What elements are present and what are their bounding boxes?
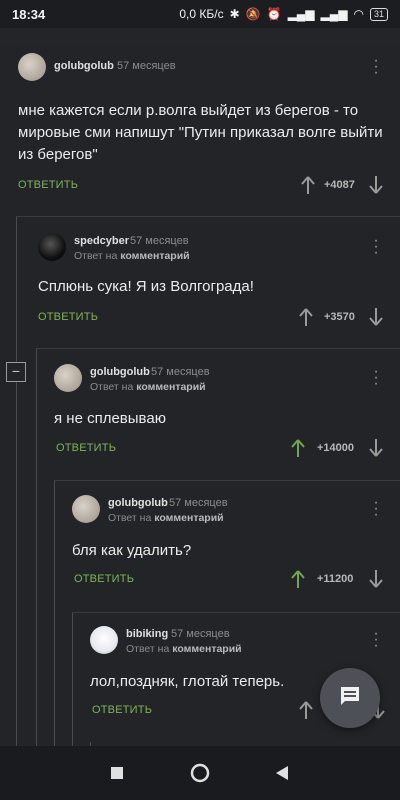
comment-time: 57 месяцев	[130, 235, 189, 247]
reply-to-label: Ответ на комментарий	[74, 250, 190, 262]
collapse-thread-button[interactable]: −	[6, 362, 26, 382]
bluetooth-icon: ✱	[229, 7, 240, 21]
reply-button[interactable]: ОТВЕТИТЬ	[74, 573, 134, 585]
upvote-icon[interactable]	[290, 569, 306, 589]
signal-icon: ▂▄▆	[287, 7, 315, 21]
reply-to-label: Ответ на комментарий	[108, 512, 224, 524]
comment-time: 57 месяцев	[117, 60, 176, 72]
new-comment-button[interactable]	[320, 668, 380, 728]
comment-username[interactable]: golubgolub	[108, 497, 168, 509]
upvote-icon[interactable]	[300, 175, 316, 195]
signal-2-icon: ▂▄▆	[320, 7, 348, 21]
avatar[interactable]	[72, 495, 100, 523]
reply-button[interactable]: ОТВЕТИТЬ	[56, 442, 116, 454]
android-nav-bar	[0, 746, 400, 800]
avatar[interactable]	[18, 53, 46, 81]
comment-username[interactable]: spedcyber	[74, 235, 129, 247]
avatar[interactable]	[38, 233, 66, 261]
thread-line-1	[16, 216, 17, 746]
upvote-icon[interactable]	[290, 438, 306, 458]
battery-icon: 31	[369, 7, 388, 21]
comment-time: 57 месяцев	[171, 628, 230, 640]
comment-score: +14000	[317, 442, 355, 454]
more-options-icon[interactable]: · · ·	[370, 53, 382, 81]
comment-time: 57 месяцев	[151, 366, 210, 378]
divider-4	[72, 612, 400, 613]
status-time: 18:34	[12, 6, 46, 22]
comment-text: бля как удалить?	[72, 542, 192, 559]
reply-button[interactable]: ОТВЕТИТЬ	[92, 704, 152, 716]
downvote-icon[interactable]	[368, 175, 384, 195]
reply-button[interactable]: ОТВЕТИТЬ	[38, 311, 98, 323]
reply-to-link[interactable]: комментарий	[136, 381, 205, 393]
thread-line-4	[72, 612, 73, 746]
thread-line-2	[36, 348, 37, 746]
comment-username[interactable]: bibiking	[126, 628, 168, 640]
reply-to-label: Ответ на комментарий	[90, 381, 206, 393]
comment-score: +4087	[324, 179, 355, 191]
triangle-back-icon	[275, 766, 289, 785]
network-speed: 0,0 КБ/с	[179, 7, 224, 21]
more-options-icon[interactable]: · · ·	[370, 495, 382, 523]
downvote-icon[interactable]	[368, 569, 384, 589]
reply-to-label: Ответ на комментарий	[126, 643, 242, 655]
upvote-icon[interactable]	[298, 307, 314, 327]
comment-icon	[338, 684, 362, 713]
thread-line-3	[54, 480, 55, 746]
comment-username[interactable]: golubgolub	[54, 60, 114, 72]
alarm-icon: ⏰	[266, 7, 282, 21]
more-options-icon[interactable]: · · ·	[370, 626, 382, 654]
reply-to-link[interactable]: комментарий	[120, 250, 189, 262]
avatar[interactable]	[90, 626, 118, 654]
avatar[interactable]	[54, 364, 82, 392]
divider-2	[36, 348, 400, 349]
circle-icon	[190, 763, 210, 787]
more-options-icon[interactable]: · · ·	[370, 233, 382, 261]
status-icons: 0,0 КБ/с ✱ 🔕 ⏰ ▂▄▆ ▂▄▆ ◠ 31	[179, 7, 388, 21]
recent-apps-button[interactable]	[110, 766, 124, 785]
divider-1	[16, 216, 400, 217]
more-options-icon[interactable]: · · ·	[370, 364, 382, 392]
reply-button[interactable]: ОТВЕТИТЬ	[18, 179, 78, 191]
comment-score: +11200	[317, 573, 354, 585]
mute-icon: 🔕	[245, 7, 261, 21]
reply-to-link[interactable]: комментарий	[172, 643, 241, 655]
comment-text: я не сплевываю	[54, 410, 166, 427]
comment-username[interactable]: golubgolub	[90, 366, 150, 378]
downvote-icon[interactable]	[368, 438, 384, 458]
comment-time: 57 месяцев	[169, 497, 228, 509]
wifi-icon: ◠	[353, 7, 364, 21]
downvote-icon[interactable]	[368, 307, 384, 327]
comment-text: мне кажется если р.волга выйдет из берег…	[18, 102, 383, 163]
top-edge	[0, 28, 400, 46]
divider-3	[54, 480, 400, 481]
comment-text: Сплюнь сука! Я из Волгограда!	[38, 278, 254, 295]
home-button[interactable]	[190, 763, 210, 788]
back-button[interactable]	[275, 765, 289, 786]
comment-text: лол,поздняк, глотай теперь.	[90, 673, 285, 690]
reply-to-link[interactable]: комментарий	[154, 512, 223, 524]
status-bar: 18:34 0,0 КБ/с ✱ 🔕 ⏰ ▂▄▆ ▂▄▆ ◠ 31	[0, 0, 400, 28]
upvote-icon[interactable]	[298, 700, 314, 720]
comment-score: +3570	[324, 311, 355, 323]
square-icon	[110, 767, 124, 784]
